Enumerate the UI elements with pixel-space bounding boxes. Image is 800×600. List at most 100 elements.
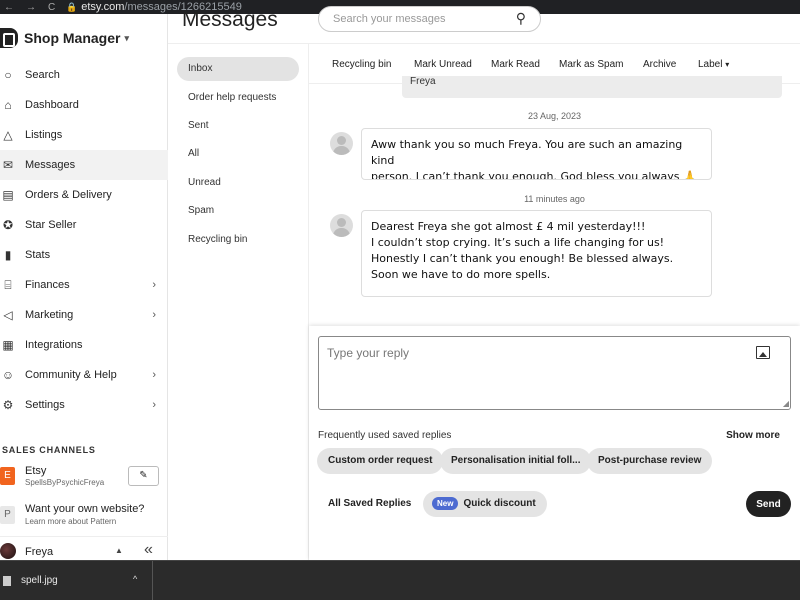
- shapes-icon: △: [3, 128, 13, 142]
- bank-icon: ⌸: [4, 278, 12, 292]
- previous-message-text: Freya: [410, 76, 436, 87]
- pattern-title: Want your own website?: [25, 503, 145, 515]
- search-box[interactable]: ⚲: [318, 6, 541, 32]
- edit-pencil-icon[interactable]: ✎: [128, 466, 159, 486]
- pattern-link[interactable]: Learn more about Pattern: [25, 517, 116, 526]
- lock-icon: 🔒: [66, 1, 78, 12]
- mark-spam-button[interactable]: Mark as Spam: [559, 59, 623, 70]
- folder-spam[interactable]: Spam: [177, 199, 299, 223]
- sidebar-nav: ○ Search ⌂ Dashboard △ Listings ✉ Messag…: [0, 60, 168, 420]
- folder-sent[interactable]: Sent: [177, 114, 299, 138]
- mail-icon: ✉: [2, 158, 14, 172]
- url-host: etsy.com: [81, 1, 125, 13]
- mark-unread-button[interactable]: Mark Unread: [414, 59, 472, 70]
- buyer-avatar: [330, 214, 353, 237]
- reply-input[interactable]: [327, 346, 747, 406]
- label-dropdown-text: Label: [698, 59, 723, 70]
- search-icon[interactable]: ⚲: [516, 10, 526, 27]
- quick-discount-label: Quick discount: [463, 498, 536, 509]
- sidebar-item-orders[interactable]: ▤ Orders & Delivery: [0, 180, 168, 210]
- megaphone-icon: ◁: [3, 308, 13, 322]
- sidebar-item-label: Orders & Delivery: [25, 189, 112, 201]
- folder-order-help[interactable]: Order help requests: [177, 86, 299, 110]
- reply-box[interactable]: ◢: [318, 336, 791, 410]
- reply-panel: ◢ Frequently used saved replies Show mor…: [309, 326, 800, 560]
- saved-reply-chip[interactable]: Custom order request: [317, 448, 444, 474]
- sidebar-item-label: Community & Help: [25, 369, 117, 381]
- sidebar-item-stats[interactable]: ▮ Stats: [0, 240, 168, 270]
- messages-header: Messages ⚲: [168, 6, 800, 44]
- message-line: Aww thank you so much Freya. You are suc…: [371, 138, 683, 167]
- pattern-logo-icon: P: [0, 506, 15, 524]
- sidebar-item-star-seller[interactable]: ✪ Star Seller: [0, 210, 168, 240]
- sidebar-item-label: Finances: [25, 279, 70, 291]
- new-badge: New: [432, 497, 459, 510]
- sidebar-item-messages[interactable]: ✉ Messages: [0, 150, 168, 180]
- image-upload-icon[interactable]: [756, 346, 770, 359]
- sidebar-item-label: Stats: [25, 249, 51, 261]
- sidebar-item-dashboard[interactable]: ⌂ Dashboard: [0, 90, 168, 120]
- back-arrow-icon[interactable]: ←: [4, 2, 14, 13]
- clipboard-icon: ▤: [2, 188, 14, 202]
- message-bubble: Aww thank you so much Freya. You are suc…: [361, 128, 712, 180]
- buyer-avatar: [330, 132, 353, 155]
- search-input[interactable]: [333, 13, 493, 25]
- date-separator: 23 Aug, 2023: [527, 111, 582, 121]
- sidebar-item-marketing[interactable]: ◁ Marketing ›: [0, 300, 168, 330]
- sidebar-item-community[interactable]: ☺ Community & Help ›: [0, 360, 168, 390]
- message-line: person. I can’t thank you enough. God bl…: [371, 170, 697, 180]
- show-more-link[interactable]: Show more: [726, 430, 780, 441]
- sidebar-item-label: Marketing: [25, 309, 74, 321]
- saved-reply-chip[interactable]: Post-purchase review: [587, 448, 713, 474]
- label-dropdown[interactable]: Label ▾: [698, 59, 729, 70]
- message-line: I couldn’t stop crying. It’s such a life…: [371, 236, 665, 249]
- sidebar-item-search[interactable]: ○ Search: [0, 60, 168, 90]
- gear-icon: ⚙: [2, 398, 14, 412]
- sidebar-item-label: Listings: [25, 129, 63, 141]
- sidebar-item-settings[interactable]: ⚙ Settings ›: [0, 390, 168, 420]
- saved-reply-chip[interactable]: Personalisation initial foll...: [440, 448, 592, 474]
- caret-up-icon[interactable]: ^: [133, 574, 137, 584]
- message-line: Dearest Freya she got almost £ 4 mil yes…: [371, 220, 646, 233]
- star-badge-icon: ✪: [2, 218, 14, 232]
- message-bubble: Dearest Freya she got almost £ 4 mil yes…: [361, 210, 712, 297]
- folder-inbox[interactable]: Inbox: [177, 57, 299, 81]
- sidebar-item-label: Messages: [25, 159, 76, 171]
- folder-all[interactable]: All: [177, 142, 299, 166]
- message-line: Soon we have to do more spells.: [371, 268, 551, 281]
- etsy-logo-icon: E: [0, 467, 15, 485]
- sidebar-item-integrations[interactable]: ▦ Integrations: [0, 330, 168, 360]
- bar-chart-icon: ▮: [4, 248, 12, 262]
- shop-manager-menu[interactable]: Shop Manager ▾: [0, 28, 129, 48]
- resize-handle-icon[interactable]: ◢: [783, 399, 789, 408]
- sidebar-item-label: Settings: [25, 399, 65, 411]
- search-icon: ○: [4, 68, 12, 82]
- folder-list: Inbox Order help requests Sent All Unrea…: [168, 44, 309, 560]
- folder-unread[interactable]: Unread: [177, 171, 299, 195]
- sidebar-item-listings[interactable]: △ Listings: [0, 120, 168, 150]
- reload-icon[interactable]: C: [48, 2, 55, 13]
- folder-recycling-bin[interactable]: Recycling bin: [177, 228, 299, 252]
- channel-name: Etsy: [25, 465, 47, 477]
- recycling-bin-button[interactable]: Recycling bin: [332, 59, 391, 70]
- sidebar-item-label: Search: [25, 69, 60, 81]
- collapse-sidebar-icon[interactable]: «: [144, 541, 153, 559]
- sales-channels-heading: SALES CHANNELS: [2, 445, 96, 455]
- forward-arrow-icon[interactable]: →: [26, 2, 36, 13]
- chevron-right-icon: ›: [152, 279, 156, 291]
- chevron-right-icon: ›: [152, 369, 156, 381]
- quick-discount-chip[interactable]: New Quick discount: [423, 491, 547, 517]
- all-saved-replies-link[interactable]: All Saved Replies: [328, 498, 411, 509]
- pattern-promo[interactable]: P Want your own website? Learn more abou…: [0, 501, 168, 531]
- sidebar-item-label: Integrations: [25, 339, 83, 351]
- shop-manager-logo-icon: [0, 28, 18, 48]
- chevron-right-icon: ›: [152, 399, 156, 411]
- sidebar-item-finances[interactable]: ⌸ Finances ›: [0, 270, 168, 300]
- etsy-channel[interactable]: E Etsy SpellsByPsychicFreya ✎: [0, 462, 168, 492]
- download-item[interactable]: spell.jpg ^: [0, 561, 153, 600]
- archive-button[interactable]: Archive: [643, 59, 676, 70]
- caret-down-icon: ▾: [725, 60, 730, 69]
- send-button[interactable]: Send: [746, 491, 791, 517]
- browser-nav: ← → C: [0, 2, 66, 13]
- mark-read-button[interactable]: Mark Read: [491, 59, 540, 70]
